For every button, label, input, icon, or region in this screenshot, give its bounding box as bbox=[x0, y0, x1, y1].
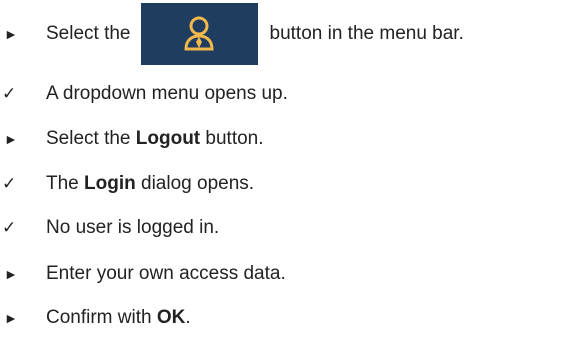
result-text-before: The bbox=[46, 173, 85, 194]
step-text-after: . bbox=[185, 307, 191, 328]
step-text-before: Select the bbox=[46, 23, 131, 44]
step-text: Enter your own access data. bbox=[46, 263, 286, 284]
step-text: Select the Logout button. bbox=[46, 128, 264, 150]
step-enter-access-data: ► Enter your own access data. bbox=[0, 260, 286, 288]
step-text: Confirm with OK. bbox=[46, 307, 191, 329]
result-text: No user is logged in. bbox=[46, 217, 220, 238]
step-confirm-ok: ► Confirm with OK. bbox=[0, 304, 191, 332]
step-select-user-button: ► Select the button in the menu bar. bbox=[0, 3, 464, 65]
result-check-icon: ✓ bbox=[2, 218, 17, 237]
action-arrow-icon: ► bbox=[4, 26, 18, 42]
result-text-after: dialog opens. bbox=[135, 173, 255, 194]
result-no-user-logged-in: ✓ No user is logged in. bbox=[0, 214, 219, 242]
result-check-icon: ✓ bbox=[2, 174, 17, 193]
action-arrow-icon: ► bbox=[4, 131, 18, 147]
user-menu-button[interactable] bbox=[140, 3, 258, 65]
action-arrow-icon: ► bbox=[4, 310, 18, 326]
step-text-after: button in the menu bar. bbox=[269, 23, 464, 44]
step-text-before: Confirm with bbox=[46, 307, 157, 328]
user-icon bbox=[183, 16, 214, 51]
result-login-dialog-opens: ✓ The Login dialog opens. bbox=[0, 170, 254, 198]
result-text: The Login dialog opens. bbox=[46, 173, 254, 195]
instruction-list: ► Select the button in the menu bar. ✓ A… bbox=[0, 0, 581, 349]
step-text-after: button. bbox=[200, 128, 264, 149]
result-dropdown-opens: ✓ A dropdown menu opens up. bbox=[0, 80, 288, 108]
step-text-before: Select the bbox=[46, 128, 136, 149]
login-label: Login bbox=[84, 173, 136, 194]
result-check-icon: ✓ bbox=[2, 84, 17, 103]
ok-label: OK bbox=[156, 307, 186, 328]
logout-label: Logout bbox=[135, 128, 201, 149]
result-text: A dropdown menu opens up. bbox=[46, 83, 288, 104]
step-select-logout: ► Select the Logout button. bbox=[0, 125, 264, 153]
action-arrow-icon: ► bbox=[4, 266, 18, 282]
